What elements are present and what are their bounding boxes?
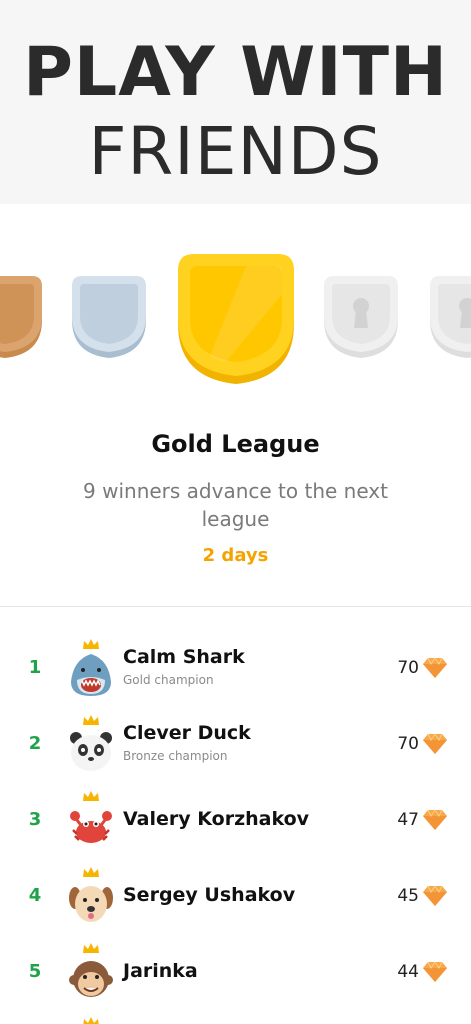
- player-score: 44: [397, 962, 419, 982]
- rank-number: 1: [28, 657, 42, 678]
- bronze-league-badge[interactable]: [0, 276, 44, 360]
- silver-league-badge[interactable]: [70, 276, 148, 360]
- player-score: 47: [397, 810, 419, 830]
- player-name: Sergey Ushakov: [123, 884, 296, 906]
- leaderboard-row[interactable]: 1 Calm Shark Gold champion 70: [0, 630, 471, 706]
- monkey-avatar-icon: [68, 943, 114, 1000]
- leaderboard-row[interactable]: 5 Jarinka 44: [0, 934, 471, 1010]
- locked-league-badge[interactable]: [428, 276, 471, 360]
- gem-icon: [423, 733, 447, 754]
- leaderboard-row[interactable]: 3 Valery Korzhakov 47: [0, 782, 471, 858]
- player-name: Valery Korzhakov: [123, 808, 310, 830]
- league-badges-carousel[interactable]: [0, 248, 471, 398]
- shark-avatar-icon: [68, 639, 114, 696]
- crown-icon: [83, 943, 99, 953]
- crown-icon: [83, 715, 99, 725]
- crown-icon: [83, 639, 99, 649]
- gem-icon: [423, 961, 447, 982]
- player-score: 70: [397, 734, 419, 754]
- gem-icon: [423, 657, 447, 678]
- crown-icon: [83, 867, 99, 877]
- leaderboard-row[interactable]: 2 Clever Duck Bronze champion 70: [0, 706, 471, 782]
- rank-number: 3: [28, 809, 42, 830]
- league-title: Gold League: [151, 430, 320, 458]
- time-remaining: 2 days: [202, 545, 269, 566]
- league-description: 9 winners advance to the next league: [83, 479, 388, 531]
- panda-avatar-icon: [68, 715, 114, 772]
- crown-icon: [83, 1017, 99, 1024]
- crown-icon: [83, 791, 99, 801]
- promo-title-line2: FRIENDS: [88, 113, 383, 190]
- player-subtitle: Bronze champion: [123, 749, 228, 763]
- player-subtitle: Gold champion: [123, 673, 214, 687]
- divider: [0, 606, 471, 607]
- player-name: Calm Shark: [123, 646, 245, 668]
- player-score: 70: [397, 658, 419, 678]
- rank-number: 4: [28, 885, 42, 906]
- promo-header: PLAY WITH FRIENDS: [0, 0, 471, 204]
- gem-icon: [423, 809, 447, 830]
- leaderboard-row[interactable]: 4 Sergey Ushakov 45: [0, 858, 471, 934]
- gold-league-badge[interactable]: [176, 254, 296, 386]
- crab-avatar-icon: [68, 791, 114, 848]
- rank-number: 5: [28, 961, 42, 982]
- player-name: Jarinka: [123, 960, 198, 982]
- dog-avatar-icon: [68, 867, 114, 924]
- rank-number: 2: [28, 733, 42, 754]
- gem-icon: [423, 885, 447, 906]
- locked-league-badge[interactable]: [322, 276, 400, 360]
- player-score: 45: [397, 886, 419, 906]
- promo-title-line1: PLAY WITH: [23, 33, 448, 112]
- player-name: Clever Duck: [123, 722, 251, 744]
